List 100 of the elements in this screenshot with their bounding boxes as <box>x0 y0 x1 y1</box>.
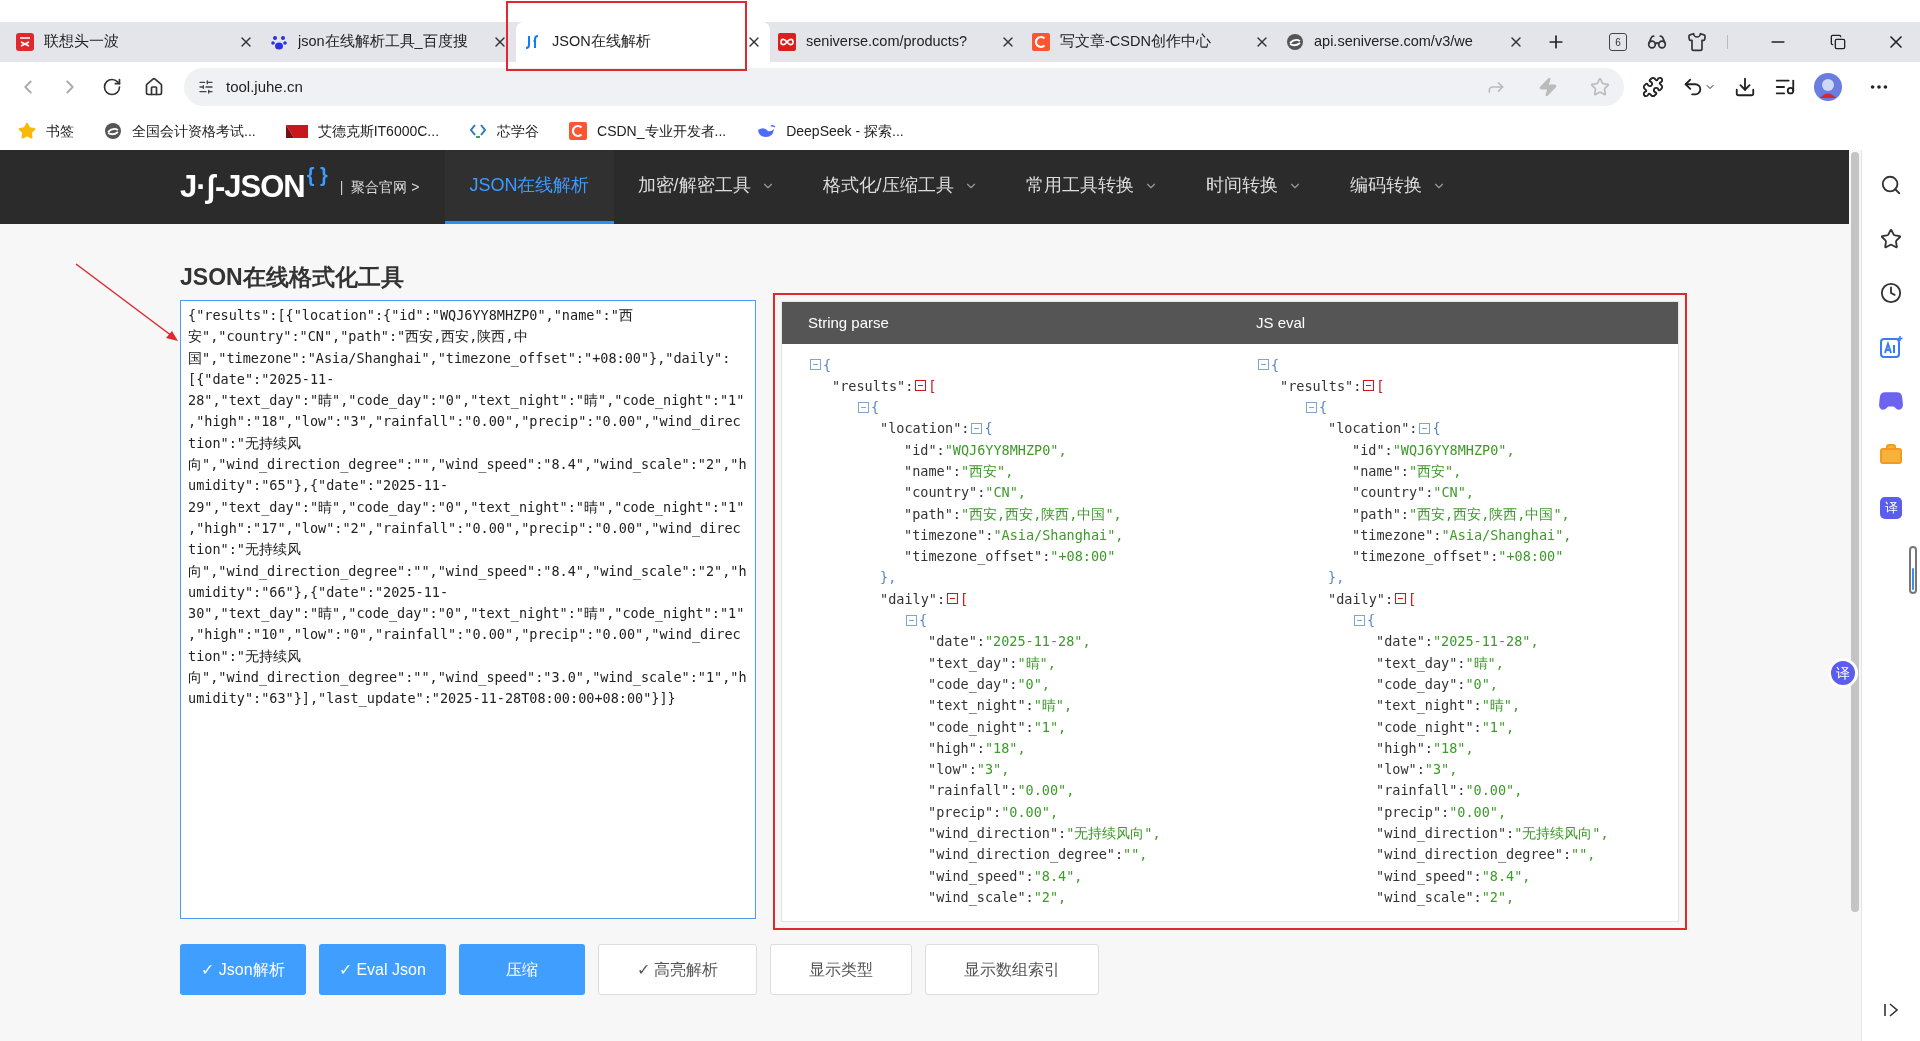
json-key: "low": <box>1376 759 1425 780</box>
collapse-toggle[interactable] <box>1395 593 1407 605</box>
nav-item[interactable]: 加密/解密工具 <box>613 150 799 224</box>
json-value: "2", <box>1481 887 1515 907</box>
json-bracket: { <box>823 355 832 375</box>
tab-count-icon[interactable]: 6 <box>1609 33 1627 51</box>
glasses-icon[interactable] <box>1647 32 1667 52</box>
json-key: "daily": <box>1328 588 1394 610</box>
json-key: "wind_speed": <box>928 865 1034 886</box>
avatar-icon[interactable] <box>1814 73 1842 101</box>
json-key: "location": <box>1328 418 1418 439</box>
json-key: "name": <box>904 461 961 482</box>
json-key: "wind_direction_degree": <box>928 844 1124 865</box>
collapse-sidebar-icon[interactable] <box>1882 1001 1900 1019</box>
json-key: "high": <box>1376 737 1433 759</box>
tab-title: seniverse.com/products? <box>806 32 969 52</box>
collapse-toggle[interactable] <box>915 380 927 392</box>
nav-item[interactable]: 时间转换 <box>1181 150 1326 224</box>
json-key: "text_day": <box>1376 652 1466 673</box>
nav-item[interactable]: 格式化/压缩工具 <box>798 150 1002 224</box>
chevrons-bookmark-icon <box>469 122 488 140</box>
address-bar[interactable]: tool.juhe.cn <box>184 68 1624 106</box>
json-bracket: { <box>871 398 880 418</box>
scrollbar-thumb[interactable] <box>1851 152 1859 912</box>
nav-item[interactable]: JSON在线解析 <box>445 150 614 224</box>
panel-heading: JS eval <box>1256 314 1306 331</box>
browser-tab[interactable]: seniverse.com/products? <box>770 22 1024 62</box>
json-key: "date": <box>928 631 985 652</box>
collapse-toggle[interactable] <box>858 401 869 413</box>
collapse-toggle[interactable] <box>1306 401 1317 413</box>
json-key: "wind_scale": <box>1376 886 1482 908</box>
json-value: "WQJ6YY8MHZP0", <box>1392 440 1515 460</box>
browser-tab[interactable]: json在线解析工具_百度搜 <box>262 22 516 62</box>
json-key: "wind_direction_degree": <box>1376 844 1572 865</box>
swirl-favicon-icon <box>1286 33 1304 51</box>
json-input-field[interactable]: {"results":[{"location":{"id":"WQJ6YY8MHZP0","name":"西安","country":"CN","path":"西安,西安,陕西,中国","timezone":"Asia/Shanghai","timezone_offset":"+08:00"},"daily":[{"date":"2025-11-28","text_day":"晴","code_day":"0","text_night":"晴","code_night":"1","high":"18","low":"3","rainfall":"0.00","precip":"0.00","wind_direction":"无持续风向","wind_direction_degree":"","wind_speed":"8.4","wind_scale":"2","humidity":"65"},{"date":"2025-11-29","text_day":"晴","code_day":"0","text_night":"晴","code_night":"1","high":"17","low":"2","rainfall":"0.00","precip":"0.00","wind_direction":"无持续风向","wind_direction_degree":"","wind_speed":"8.4","wind_scale":"2","humidity":"66"},{"date":"2025-11-30","text_day":"晴","code_day":"0","text_night":"晴","code_night":"1","high":"10","low":"0","rainfall":"0.00","precip":"0.00","wind_direction":"无持续风向","wind_direction_degree":"","wind_speed":"3.0","wind_scale":"1","humidity":"63"}],"last_update":"2025-11-28T08:00:00+08:00"}]} <box>180 300 756 919</box>
extensions-icon[interactable] <box>1642 76 1664 98</box>
collapse-toggle[interactable] <box>906 614 917 626</box>
home-link[interactable]: 聚合官网 > <box>351 176 420 198</box>
json-value: "0.00", <box>1001 802 1059 822</box>
json-key: "location": <box>880 418 970 439</box>
nav-item[interactable]: 常用工具转换 <box>1001 150 1182 224</box>
json-value: "西安,西安,陕西,中国", <box>960 504 1122 524</box>
browser-tab[interactable]: JSON在线解析 <box>516 22 770 62</box>
json-key: "path": <box>904 503 961 524</box>
json-key: "country": <box>904 482 986 503</box>
nav-item[interactable]: 编码转换 <box>1325 150 1470 224</box>
browser-tab[interactable]: 联想头一波 <box>8 22 262 62</box>
site-info-icon[interactable] <box>198 79 214 95</box>
json-value: "0.00", <box>1465 781 1523 801</box>
site-logo[interactable]: J·ʃ-JSON <box>180 163 305 211</box>
translate-icon[interactable]: 译 <box>1880 497 1902 519</box>
loop-favicon-icon <box>778 33 796 51</box>
json-value: "晴", <box>1033 696 1073 716</box>
history-icon[interactable] <box>1880 282 1902 304</box>
json-key: "date": <box>1376 631 1433 652</box>
json-value: "", <box>1123 845 1148 865</box>
bookmark-item[interactable]: 全国会计资格考试... <box>104 120 256 142</box>
sidebar-scrollbar[interactable] <box>1909 546 1917 594</box>
json-key: "wind_speed": <box>1376 865 1482 886</box>
bookmark-item[interactable]: CSDN_专业开发者... <box>569 120 727 142</box>
ai-icon[interactable] <box>1879 335 1903 359</box>
collapse-toggle[interactable] <box>971 423 983 435</box>
bookmark-item[interactable]: 艾德克斯IT6000C... <box>285 120 440 142</box>
json-key: "code_night": <box>928 716 1034 737</box>
shirt-icon[interactable] <box>1687 32 1707 52</box>
action-button[interactable]: 显示数组索引 <box>925 944 1100 995</box>
json-value: "无持续风向", <box>1066 824 1161 844</box>
star-icon[interactable] <box>1880 228 1902 250</box>
c-favicon-icon <box>1032 33 1050 51</box>
undo-icon[interactable] <box>1682 76 1716 98</box>
json-value: "1", <box>1033 717 1067 737</box>
search-icon[interactable] <box>1880 174 1902 196</box>
bookmark-item[interactable]: DeepSeek - 探索... <box>756 120 904 142</box>
json-value: "0.00", <box>1449 802 1507 822</box>
action-button[interactable]: 显示类型 <box>770 944 913 995</box>
download-icon[interactable] <box>1734 76 1756 98</box>
json-value: "晴", <box>1481 696 1521 716</box>
json-bracket: { <box>984 419 993 439</box>
json-value: "2", <box>1033 887 1067 907</box>
json-key: "daily": <box>880 588 946 610</box>
json-value: "Asia/Shanghai", <box>1441 525 1572 545</box>
tab-title: api.seniverse.com/v3/we <box>1314 32 1474 52</box>
collapse-toggle[interactable] <box>947 593 959 605</box>
json-key: "timezone_offset": <box>1352 546 1499 567</box>
browser-tab[interactable]: 写文章-CSDN创作中心 <box>1024 22 1278 62</box>
bookmark-item[interactable]: 书签 <box>18 120 74 142</box>
restore-icon[interactable] <box>1830 34 1846 50</box>
json-value: "无持续风向", <box>1514 824 1609 844</box>
collapse-toggle[interactable] <box>1419 423 1431 435</box>
collapse-toggle[interactable] <box>1354 614 1365 626</box>
json-key: "wind_direction": <box>1376 823 1515 844</box>
action-button[interactable]: ✓ 高亮解析 <box>597 944 758 995</box>
collapse-toggle[interactable] <box>1363 380 1375 392</box>
paw-favicon-icon <box>270 33 288 51</box>
bookmark-item[interactable]: 芯学谷 <box>469 120 540 142</box>
json-value: "西安,西安,陕西,中国", <box>1408 504 1570 524</box>
collapse-toggle[interactable] <box>1258 359 1269 371</box>
collapse-toggle[interactable] <box>810 359 821 371</box>
browser-tab[interactable]: api.seniverse.com/v3/we <box>1278 22 1532 62</box>
